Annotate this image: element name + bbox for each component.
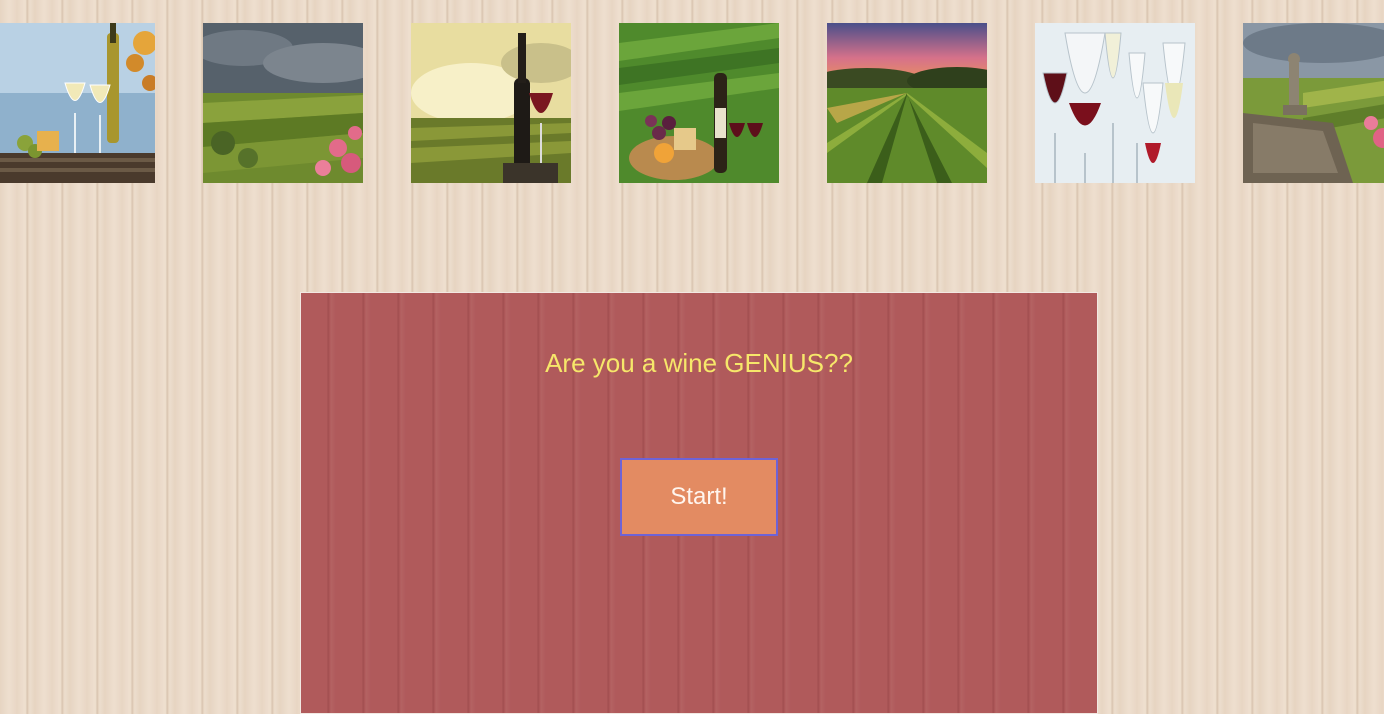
quiz-title: Are you a wine GENIUS?? [545, 348, 853, 378]
vineyard-statue-ruins-photo [1243, 23, 1384, 183]
stormy-vineyard-flowers-photo [203, 23, 363, 183]
sunset-vineyard-rows-photo [827, 23, 987, 183]
quiz-panel: Are you a wine GENIUS?? Start! [300, 292, 1098, 714]
wine-cheese-vineyard-photo [619, 23, 779, 183]
start-button[interactable]: Start! [620, 458, 778, 536]
image-gallery [0, 23, 1384, 183]
red-wine-bottle-sunset-vineyard-photo [411, 23, 571, 183]
assorted-wine-glasses-photo [1035, 23, 1195, 183]
white-wine-glasses-lake-photo [0, 23, 155, 183]
